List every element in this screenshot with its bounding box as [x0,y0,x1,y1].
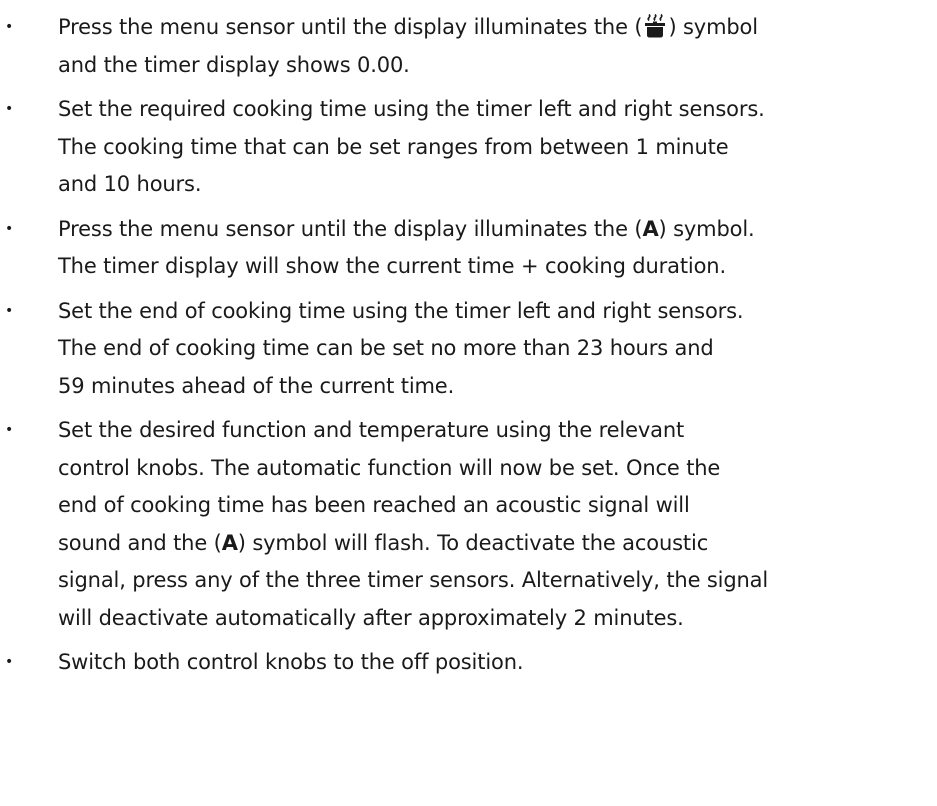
list-item: • Press the menu sensor until the displa… [0,211,937,286]
instruction-line: and the timer display shows 0.00. [58,52,410,77]
bullet: • [5,302,14,319]
auto-symbol: A [221,530,238,555]
instruction-line: The end of cooking time can be set no mo… [58,336,714,360]
instruction-line: Press the menu sensor until the display … [58,13,758,39]
instruction-line: The timer display will show the current … [58,254,726,278]
instruction-page: • Press the menu sensor until the displa… [0,0,937,806]
instruction-line: Switch both control knobs to the off pos… [58,650,524,674]
instruction-line: Press the menu sensor until the display … [58,216,755,241]
instruction-line: end of cooking time has been reached an … [58,493,690,517]
instruction-line: will deactivate automatically after appr… [58,605,684,630]
bullet: • [5,101,14,117]
bullet: • [5,654,14,670]
list-item: • Switch both control knobs to the off p… [0,644,937,682]
instruction-line: signal, press any of the three timer sen… [58,568,769,592]
instruction-line: and 10 hours. [58,172,202,196]
instruction-line: sound and the (A) symbol will flash. To … [58,530,709,555]
instruction-line: Set the required cooking time using the … [58,97,765,121]
instruction-line: The cooking time that can be set ranges … [58,134,729,159]
bullet: • [5,19,14,35]
instruction-line: control knobs. The automatic function wi… [58,455,721,480]
bullet: • [5,422,14,438]
list-item: • Set the end of cooking time using the … [0,293,937,406]
list-item: • Set the desired function and temperatu… [0,412,937,637]
instruction-line: 59 minutes ahead of the current time. [58,373,455,398]
list-item: • Set the required cooking time using th… [0,91,937,204]
bullet: • [5,220,14,237]
auto-symbol: A [642,216,659,241]
instruction-line: Set the desired function and temperature… [58,418,685,442]
list-item: • Press the menu sensor until the displa… [0,9,937,84]
instruction-line: Set the end of cooking time using the ti… [58,298,744,323]
instruction-list: • Press the menu sensor until the displa… [0,9,937,689]
steam-pot-icon [645,13,666,38]
